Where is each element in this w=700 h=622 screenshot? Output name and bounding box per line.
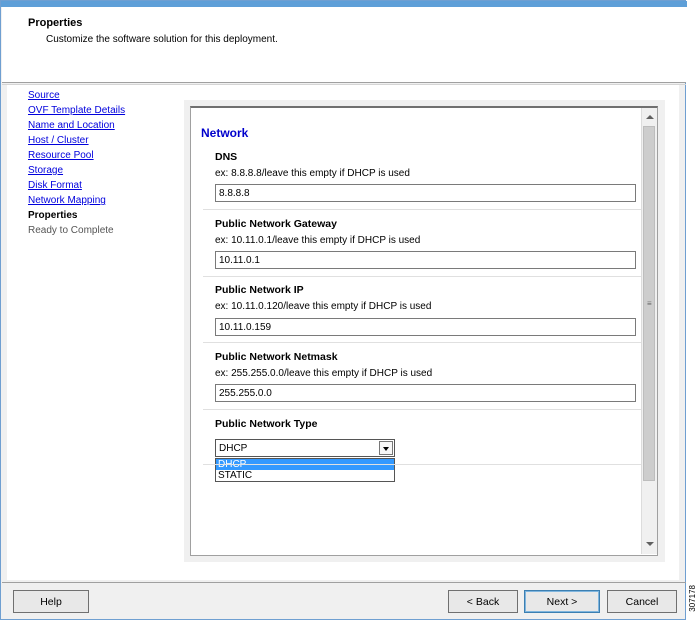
step-navigation: Source OVF Template Details Name and Loc… xyxy=(7,85,177,580)
next-button[interactable]: Next > xyxy=(524,590,600,613)
dns-label: DNS xyxy=(215,151,238,163)
network-type-label: Public Network Type xyxy=(215,418,318,430)
option-static[interactable]: STATIC xyxy=(216,470,394,481)
nav-step-storage[interactable]: Storage xyxy=(28,165,63,176)
vertical-scrollbar[interactable]: ≡ xyxy=(641,108,657,554)
nav-step-resource-pool[interactable]: Resource Pool xyxy=(28,150,94,161)
nav-step-ready-to-complete: Ready to Complete xyxy=(28,225,114,236)
network-type-selected: DHCP xyxy=(219,443,248,454)
grip-icon: ≡ xyxy=(647,299,652,308)
ip-input[interactable] xyxy=(215,318,636,336)
footer-divider xyxy=(2,582,686,583)
network-type-select[interactable]: DHCP xyxy=(215,439,395,457)
gateway-hint: ex: 10.11.0.1/leave this empty if DHCP i… xyxy=(215,235,421,246)
field-divider xyxy=(203,276,643,277)
netmask-label: Public Network Netmask xyxy=(215,351,338,363)
scroll-up-icon[interactable] xyxy=(642,109,657,125)
wizard-header: Properties Customize the software soluti… xyxy=(2,7,686,83)
ip-label: Public Network IP xyxy=(215,284,304,296)
gateway-input[interactable] xyxy=(215,251,636,269)
help-button[interactable]: Help xyxy=(13,590,89,613)
field-divider xyxy=(203,342,643,343)
ip-hint: ex: 10.11.0.120/leave this empty if DHCP… xyxy=(215,301,432,312)
scrollbar-thumb[interactable]: ≡ xyxy=(643,126,655,481)
page-subtitle: Customize the software solution for this… xyxy=(46,34,278,45)
nav-step-source[interactable]: Source xyxy=(28,90,60,101)
nav-step-network-mapping[interactable]: Network Mapping xyxy=(28,195,106,206)
nav-step-name-and-location[interactable]: Name and Location xyxy=(28,120,115,131)
nav-step-ovf-template-details[interactable]: OVF Template Details xyxy=(28,105,125,116)
network-type-dropdown-list: DHCP STATIC xyxy=(215,458,395,482)
page-title: Properties xyxy=(28,17,83,29)
nav-step-properties: Properties xyxy=(28,210,78,221)
field-divider xyxy=(203,464,643,465)
figure-id: 307178 xyxy=(688,585,697,612)
dns-hint: ex: 8.8.8.8/leave this empty if DHCP is … xyxy=(215,168,410,179)
scroll-down-icon[interactable] xyxy=(642,537,657,553)
field-divider xyxy=(203,209,643,210)
chevron-down-icon[interactable] xyxy=(379,441,393,455)
dns-input[interactable] xyxy=(215,184,636,202)
netmask-input[interactable] xyxy=(215,384,636,402)
wizard-window: Properties Customize the software soluti… xyxy=(0,0,687,620)
back-button[interactable]: < Back xyxy=(448,590,518,613)
properties-panel: Network DNS ex: 8.8.8.8/leave this empty… xyxy=(190,106,658,556)
nav-step-disk-format[interactable]: Disk Format xyxy=(28,180,82,191)
cancel-button[interactable]: Cancel xyxy=(607,590,677,613)
field-divider xyxy=(203,409,643,410)
netmask-hint: ex: 255.255.0.0/leave this empty if DHCP… xyxy=(215,368,433,379)
section-title-network: Network xyxy=(201,126,249,140)
nav-step-host-cluster[interactable]: Host / Cluster xyxy=(28,135,89,146)
gateway-label: Public Network Gateway xyxy=(215,218,337,230)
